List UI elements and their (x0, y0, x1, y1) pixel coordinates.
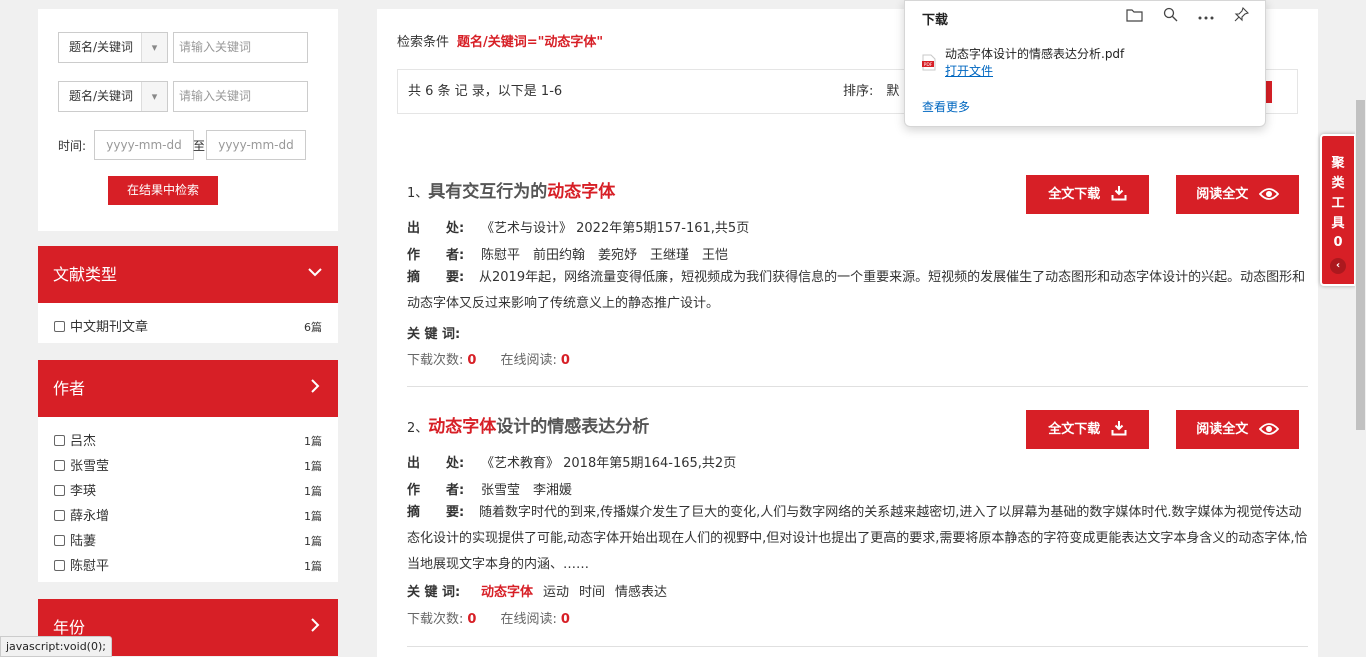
facet-author-title: 作者 (53, 379, 86, 398)
browser-downloads-panel: 下载 PDF 动态字体设计的情感表达分析.pdf 打开文件 查看更多 (904, 0, 1266, 127)
browser-status-bar: javascript:void(0); (0, 636, 112, 657)
divider (407, 386, 1308, 387)
checkbox[interactable] (54, 460, 65, 471)
divider (407, 646, 1308, 647)
to-label: 至 (193, 139, 206, 153)
chevron-right-icon[interactable] (307, 599, 323, 656)
checkbox[interactable] (54, 435, 65, 446)
facet-item[interactable]: 陈慰平 1篇 (38, 554, 338, 579)
svg-text:PDF: PDF (924, 62, 933, 68)
download-fulltext-button[interactable]: 全文下载 (1026, 175, 1149, 214)
author-links[interactable]: 张雪莹 李湘媛 (481, 483, 572, 498)
facet-item[interactable]: 吕杰 1篇 (38, 429, 338, 454)
author-links[interactable]: 陈慰平 前田约翰 姜宛妤 王继瑾 王恺 (481, 248, 728, 263)
field-select-1[interactable]: 题名/关键词 ▾ (58, 32, 168, 63)
facet-doctype-header[interactable]: 文献类型 (38, 246, 338, 303)
scrollbar-thumb[interactable] (1356, 100, 1365, 430)
checkbox[interactable] (54, 560, 65, 571)
keyword-input-1[interactable]: 请输入关键词 (173, 32, 308, 63)
facet-item[interactable]: 薛永增 1篇 (38, 504, 338, 529)
checkbox[interactable] (54, 485, 65, 496)
keyword-link[interactable]: 情感表达 (615, 585, 667, 600)
facet-item[interactable]: 中文期刊文章 6篇 (38, 315, 338, 340)
result-stats: 下载次数: 0 在线阅读: 0 (407, 353, 570, 368)
result-stats: 下载次数: 0 在线阅读: 0 (407, 612, 570, 627)
result-keywords: 关 键 词: (407, 327, 461, 342)
search-criteria: 检索条件 题名/关键词="动态字体" (397, 35, 604, 50)
source-link[interactable]: 《艺术与设计》 2022年第5期157-161,共5页 (481, 221, 749, 236)
see-more-link[interactable]: 查看更多 (922, 98, 970, 115)
search-in-results-button[interactable]: 在结果中检索 (108, 176, 218, 205)
download-icon (1111, 186, 1127, 201)
keyword-input-2[interactable]: 请输入关键词 (173, 81, 308, 112)
pin-icon[interactable] (1234, 6, 1250, 26)
keyword-link[interactable]: 运动 (543, 585, 569, 600)
keyword-link[interactable]: 时间 (579, 585, 605, 600)
chevron-right-icon[interactable] (307, 360, 323, 417)
checkbox[interactable] (54, 510, 65, 521)
chevron-down-icon[interactable]: ▾ (141, 82, 167, 111)
open-file-link[interactable]: 打开文件 (945, 62, 993, 79)
more-options-icon[interactable] (1198, 9, 1214, 24)
result-abstract: 摘 要: 从2019年起，网络流量变得低廉，短视频成为我们获得信息的一个重要来源。… (407, 270, 1306, 311)
results-count: 共 6 条 记 录，以下是 1-6 (408, 84, 563, 99)
result-authors: 作 者: 陈慰平 前田约翰 姜宛妤 王继瑾 王恺 (407, 248, 729, 263)
cluster-tool-tab[interactable]: 聚类工具 0 ‹ (1320, 134, 1356, 286)
search-icon[interactable] (1163, 7, 1178, 26)
facet-item[interactable]: 张雪莹 1篇 (38, 454, 338, 479)
read-fulltext-button[interactable]: 阅读全文 (1176, 410, 1299, 449)
result-source: 出 处: 《艺术教育》 2018年第5期164-165,共2页 (407, 456, 737, 471)
facet-year-title: 年份 (53, 618, 86, 637)
read-fulltext-button[interactable]: 阅读全文 (1176, 175, 1299, 214)
download-fulltext-button[interactable]: 全文下载 (1026, 410, 1149, 449)
eye-icon (1258, 188, 1279, 200)
facet-doctype-list: 中文期刊文章 6篇 (38, 303, 338, 343)
download-icon (1111, 421, 1127, 436)
keyword-link[interactable]: 动态字体 (481, 585, 533, 600)
facet-author-header[interactable]: 作者 (38, 360, 338, 417)
folder-icon[interactable] (1125, 8, 1143, 26)
checkbox[interactable] (54, 321, 65, 332)
time-label: 时间: (58, 139, 87, 153)
source-link[interactable]: 《艺术教育》 2018年第5期164-165,共2页 (481, 456, 736, 471)
chevron-down-icon[interactable]: ▾ (141, 33, 167, 62)
facet-author-list: 吕杰 1篇 张雪莹 1篇 李瑛 1篇 薛永增 1篇 陆萋 1篇 陈慰平 1篇 (38, 417, 338, 582)
facet-item[interactable]: 陆萋 1篇 (38, 529, 338, 554)
cluster-tool-count: 0 (1333, 235, 1343, 250)
result-source: 出 处: 《艺术与设计》 2022年第5期157-161,共5页 (407, 221, 750, 236)
checkbox[interactable] (54, 535, 65, 546)
result-keywords: 关 键 词: 动态字体 运动 时间 情感表达 (407, 585, 668, 600)
result-abstract: 摘 要: 随着数字时代的到来,传播媒介发生了巨大的变化,人们与数字网络的关系越来越… (407, 505, 1308, 572)
pdf-file-icon: PDF (922, 54, 936, 71)
result-title[interactable]: 2、动态字体设计的情感表达分析 (407, 412, 649, 437)
eye-icon (1258, 423, 1279, 435)
collapse-arrow-icon[interactable]: ‹ (1330, 258, 1346, 274)
advanced-search-panel: 题名/关键词 ▾ 请输入关键词 题名/关键词 ▾ 请输入关键词 时间: yyyy-m… (38, 9, 338, 231)
result-authors: 作 者: 张雪莹 李湘媛 (407, 483, 573, 498)
date-to-input[interactable]: yyyy-mm-dd (206, 130, 306, 160)
facet-item[interactable]: 李瑛 1篇 (38, 479, 338, 504)
chevron-down-icon[interactable] (307, 246, 323, 303)
date-from-input[interactable]: yyyy-mm-dd (94, 130, 194, 160)
sort-control[interactable]: 排序: 默 (843, 70, 899, 113)
criteria-value: 题名/关键词="动态字体" (457, 35, 604, 50)
field-select-2[interactable]: 题名/关键词 ▾ (58, 81, 168, 112)
cluster-tool-label: 聚类工具 (1331, 156, 1345, 231)
download-filename: 动态字体设计的情感表达分析.pdf (945, 47, 1125, 61)
result-title[interactable]: 1、具有交互行为的动态字体 (407, 177, 615, 202)
facet-doctype-title: 文献类型 (53, 265, 118, 284)
downloads-title: 下载 (922, 13, 949, 28)
